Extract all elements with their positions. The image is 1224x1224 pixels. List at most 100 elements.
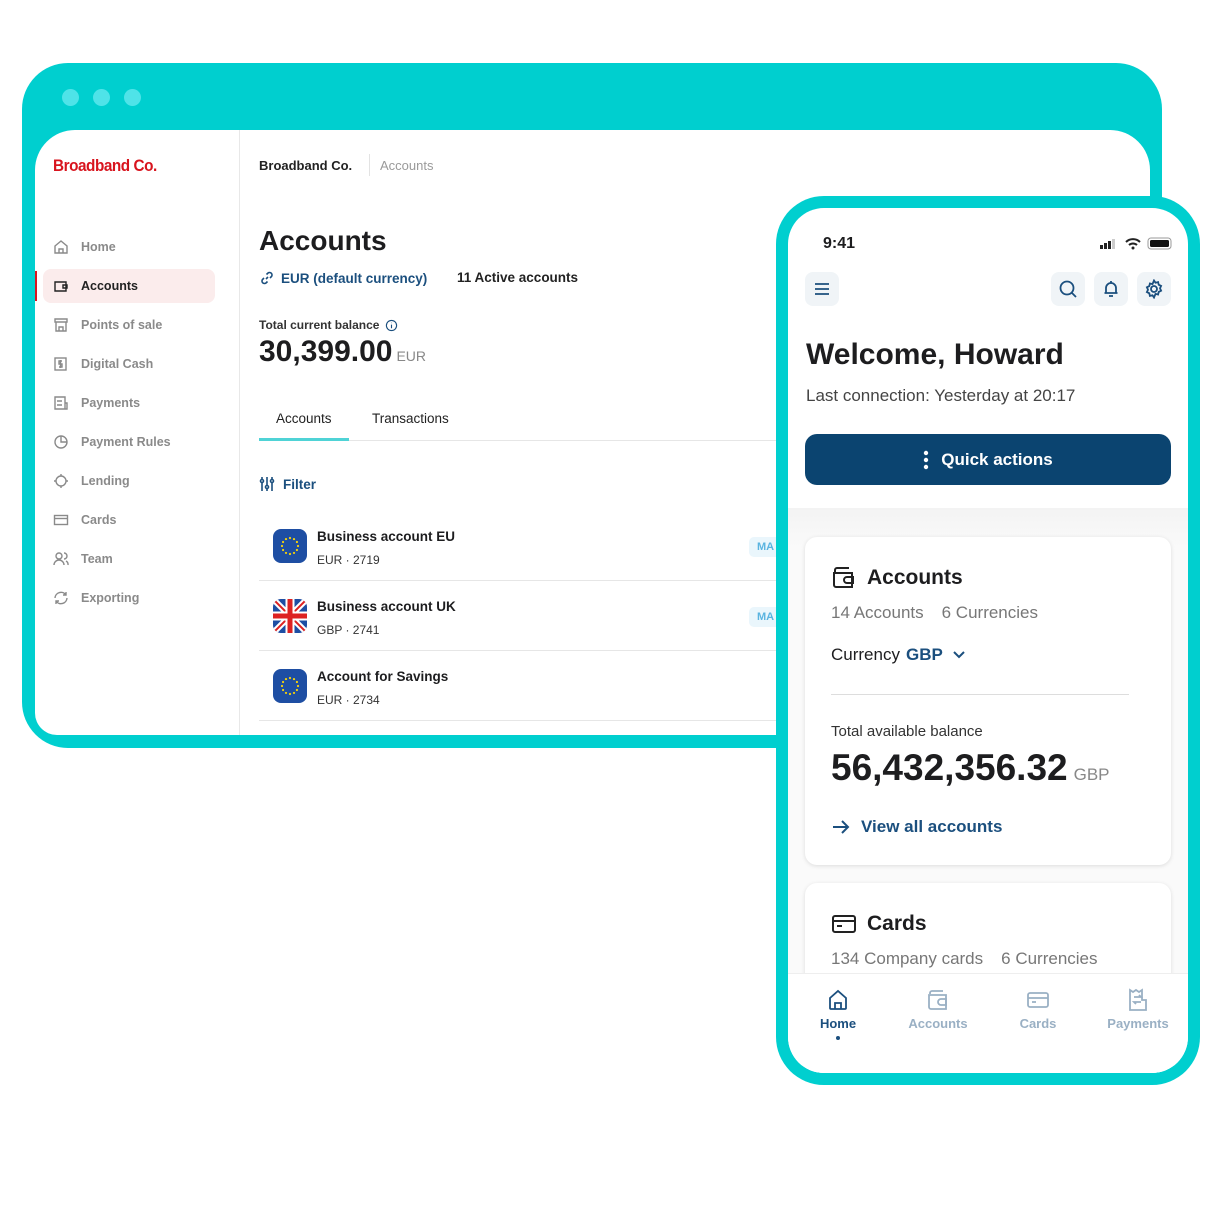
accounts-card-title: Accounts [831, 565, 963, 591]
eu-flag-icon [273, 669, 307, 703]
balance-amount: 30,399.00 [259, 335, 393, 368]
sidebar: Broadband Co. Home Accounts Points of sale… [35, 130, 240, 735]
card-icon [53, 514, 69, 526]
account-row[interactable]: Business account EU EUR · 2719 MA [259, 511, 799, 581]
bottom-nav-label: Cards [1019, 1016, 1057, 1031]
account-flag [273, 529, 307, 563]
sidebar-item-label: Cards [81, 513, 117, 527]
search-button[interactable] [1051, 272, 1085, 306]
currency-selector[interactable]: Currency GBP [831, 645, 969, 665]
card-icon [832, 915, 856, 933]
view-all-accounts-label: View all accounts [861, 817, 1003, 836]
logo: Broadband Co. [53, 156, 157, 175]
sidebar-item-cards[interactable]: Cards [43, 503, 215, 537]
sidebar-item-label: Exporting [81, 591, 140, 605]
quick-actions-button[interactable]: Quick actions [805, 434, 1171, 485]
page-title: Accounts [259, 225, 387, 256]
sidebar-item-label: Payment Rules [81, 435, 171, 449]
currency-selector-label: Currency [831, 645, 900, 664]
sidebar-item-exporting[interactable]: Exporting [43, 581, 215, 615]
balance-label: Total current balance [259, 318, 398, 332]
info-icon[interactable] [385, 319, 398, 332]
last-connection: Last connection: Yesterday at 20:17 [806, 386, 1076, 405]
window-dot [62, 89, 79, 106]
view-all-accounts-link[interactable]: View all accounts [831, 817, 1002, 837]
cards-title: Cards [867, 912, 927, 935]
search-icon [1059, 280, 1077, 298]
payments-icon [54, 396, 68, 410]
breadcrumb-divider [369, 154, 370, 176]
window-dot [93, 89, 110, 106]
team-icon [53, 552, 69, 566]
cash-icon [54, 357, 67, 371]
chevron-down-icon [953, 651, 965, 659]
account-flag [273, 669, 307, 703]
bottom-nav-accounts[interactable]: Accounts [888, 988, 988, 1031]
settings-button[interactable] [1137, 272, 1171, 306]
lending-icon [54, 474, 68, 488]
cards-card-title: Cards [831, 911, 927, 937]
bottom-nav-cards[interactable]: Cards [988, 988, 1088, 1031]
wallet-icon [833, 567, 854, 588]
account-name: Account for Savings [317, 669, 449, 684]
account-subtitle: GBP · 2741 [317, 623, 380, 637]
sidebar-item-label: Lending [81, 474, 130, 488]
welcome-heading: Welcome, Howard [806, 338, 1064, 371]
bottom-nav: Home Accounts Cards Payments [788, 973, 1188, 1073]
filter-label: Filter [283, 476, 317, 492]
accounts-count: 14 Accounts [831, 603, 924, 622]
sidebar-item-accounts[interactable]: Accounts [35, 269, 215, 303]
breadcrumb-current: Accounts [380, 158, 434, 173]
available-balance-label: Total available balance [831, 723, 983, 740]
sidebar-item-payments[interactable]: Payments [43, 386, 215, 420]
wallet-icon [54, 281, 68, 292]
cards-count: 134 Company cards [831, 949, 984, 968]
link-icon [261, 271, 273, 285]
sidebar-item-payment-rules[interactable]: Payment Rules [43, 425, 215, 459]
accounts-currencies: 6 Currencies [941, 603, 1038, 622]
default-currency-link[interactable]: EUR (default currency) [259, 270, 427, 286]
sidebar-item-lending[interactable]: Lending [43, 464, 215, 498]
home-icon [54, 240, 68, 254]
store-icon [54, 318, 68, 332]
sidebar-item-label: Payments [81, 396, 141, 410]
sliders-icon [259, 477, 275, 491]
cards-currencies: 6 Currencies [1001, 949, 1098, 968]
sidebar-item-label: Accounts [81, 279, 138, 293]
sidebar-item-team[interactable]: Team [43, 542, 215, 576]
account-row[interactable]: Account for Savings EUR · 2734 [259, 651, 799, 721]
bottom-nav-payments[interactable]: Payments [1088, 988, 1188, 1031]
balance-label-text: Total current balance [259, 318, 380, 332]
account-flag [273, 599, 307, 633]
uk-flag-icon [273, 599, 307, 633]
bottom-nav-label: Home [819, 1016, 857, 1031]
accounts-summary: 14 Accounts 6 Currencies [831, 603, 1056, 623]
bottom-nav-home[interactable]: Home [788, 988, 888, 1040]
payments-icon [1129, 988, 1147, 1011]
status-icons [1100, 237, 1172, 250]
balance-currency: EUR [396, 348, 427, 364]
notifications-button[interactable] [1094, 272, 1128, 306]
sidebar-item-digital-cash[interactable]: Digital Cash [43, 347, 215, 381]
sidebar-item-points-of-sale[interactable]: Points of sale [43, 308, 215, 342]
breadcrumb-company[interactable]: Broadband Co. [259, 158, 352, 173]
active-accounts: 11 Active accounts [457, 270, 579, 285]
tab-accounts[interactable]: Accounts [259, 403, 349, 441]
menu-button[interactable] [805, 272, 839, 306]
available-balance-amount: 56,432,356.32 [831, 747, 1068, 788]
accounts-card[interactable]: Accounts 14 Accounts 6 Currencies Currenc… [805, 537, 1171, 865]
sidebar-item-label: Team [81, 552, 113, 566]
account-row[interactable]: Business account UK GBP · 2741 MA [259, 581, 799, 651]
gear-icon [1145, 279, 1163, 299]
account-name: Business account UK [317, 599, 456, 614]
bottom-nav-label: Payments [1107, 1016, 1169, 1031]
card-icon [1027, 992, 1049, 1008]
refresh-icon [54, 591, 68, 605]
sidebar-item-home[interactable]: Home [43, 230, 215, 264]
sidebar-item-label: Home [81, 240, 116, 254]
mobile-screen: 9:41 Welcome, Howard Last connection: Ye… [788, 208, 1188, 1073]
balance-value: 30,399.00 EUR [259, 335, 426, 369]
currency-label: EUR (default currency) [281, 270, 428, 286]
tab-transactions[interactable]: Transactions [355, 403, 466, 441]
filter-button[interactable]: Filter [259, 476, 316, 492]
